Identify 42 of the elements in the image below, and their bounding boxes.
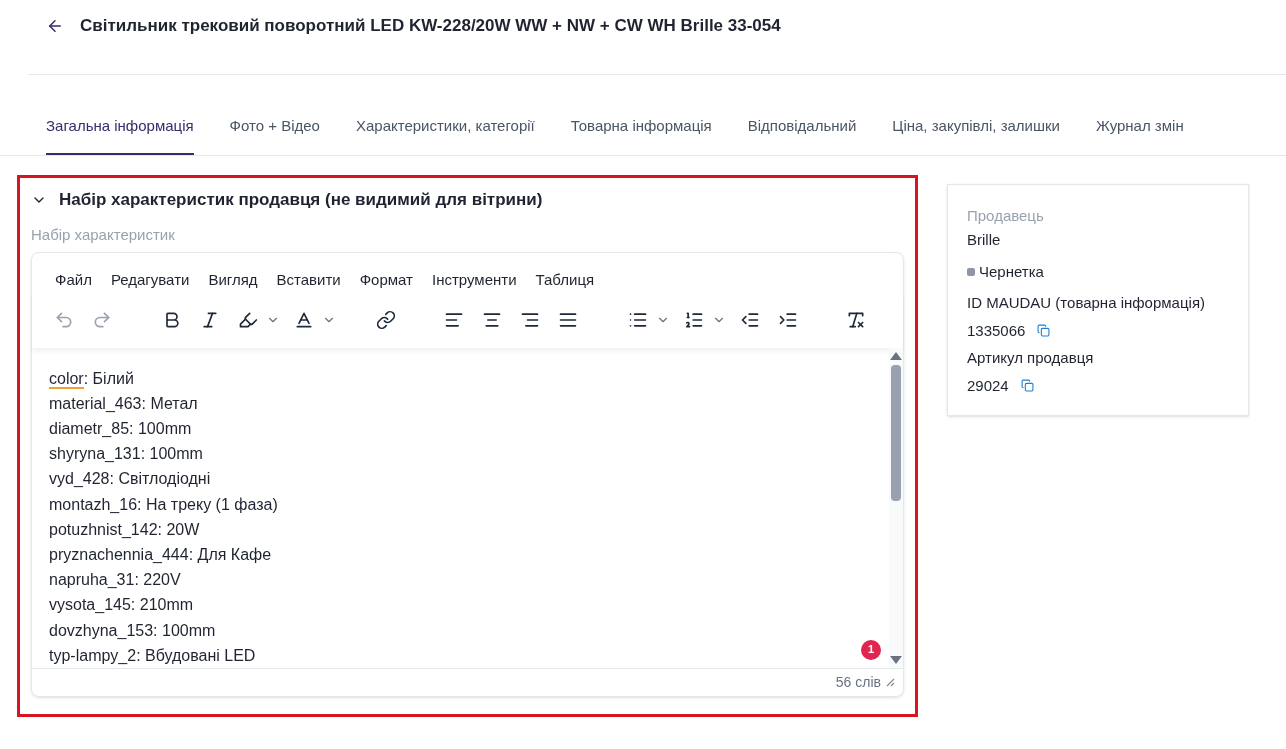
menu-item[interactable]: Файл: [55, 269, 92, 292]
text-line: potuzhnist_142: 20W: [49, 519, 200, 540]
id-value: 1335066: [967, 320, 1026, 341]
seller-label: Продавець: [967, 205, 1045, 226]
text-line: napruha_31: 220V: [49, 570, 181, 591]
page-title: Світильник трековий поворотний LED KW-228/20W WW + NW + CW WH Brille 33-054: [80, 15, 781, 38]
scrollbar[interactable]: [889, 347, 903, 668]
id-label: ID MAUDAU (товарна інформація): [967, 293, 1206, 313]
menu-item[interactable]: Вигляд: [208, 269, 258, 292]
text-line: material_463: Метал: [49, 393, 198, 414]
tab[interactable]: Товарна інформація: [570, 115, 712, 155]
sku-label: Артикул продавця: [967, 348, 1095, 368]
seller-name: Brille: [967, 230, 1002, 250]
text-line: shyryna_131: 100mm: [49, 444, 203, 465]
field-label: Набір характеристик: [31, 224, 176, 245]
tab[interactable]: Журнал змін: [1095, 115, 1184, 155]
text-line: dovzhyna_153: 100mm: [49, 620, 216, 641]
tab[interactable]: Фото + Відео: [229, 115, 320, 155]
text-line: montazh_16: На треку (1 фаза): [49, 494, 278, 515]
menu-item[interactable]: Формат: [359, 269, 413, 292]
menu-item[interactable]: Редагувати: [110, 269, 190, 292]
sku-value: 29024: [967, 375, 1009, 396]
resize-handle-icon[interactable]: [885, 677, 895, 687]
text-line: diametr_85: 100mm: [49, 418, 192, 439]
text-line: pryznachennia_444: Для Кафе: [49, 544, 272, 565]
tab[interactable]: Загальна інформація: [46, 115, 194, 155]
copy-icon[interactable]: [1037, 324, 1051, 338]
tab[interactable]: Відповідальний: [747, 115, 857, 155]
menu-item[interactable]: Таблиця: [535, 269, 595, 292]
text-line: color: Білий: [49, 368, 134, 391]
menu-item[interactable]: Інструменти: [432, 269, 517, 292]
menu-item[interactable]: Вставити: [276, 269, 341, 292]
notification-badge: 1: [861, 639, 881, 660]
text-line: typ-lampy_2: Вбудовані LED: [49, 645, 256, 666]
copy-icon[interactable]: [1020, 379, 1034, 393]
status-label: Чернетка: [979, 261, 1044, 282]
section-title: Набір характеристик продавця (не видимий для вітрини): [59, 188, 543, 211]
tab[interactable]: Характеристики, категорії: [355, 115, 535, 155]
text-line: vyd_428: Світлодіодні: [49, 469, 211, 490]
tab[interactable]: Ціна, закупівлі, залишки: [892, 115, 1060, 155]
text-line: vysota_145: 210mm: [49, 595, 194, 616]
word-count: 56 слів: [835, 672, 881, 692]
